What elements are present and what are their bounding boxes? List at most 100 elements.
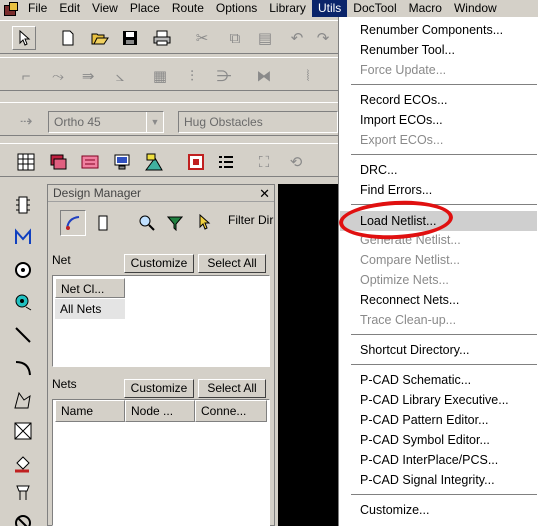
attribute-icon[interactable] bbox=[5, 478, 41, 508]
filter-icon[interactable] bbox=[162, 210, 188, 236]
close-icon[interactable]: ✕ bbox=[259, 185, 270, 202]
obstacle-mode-select[interactable]: Hug Obstacles bbox=[178, 111, 338, 133]
column-header-node[interactable]: Node ... bbox=[125, 400, 195, 422]
via-icon[interactable] bbox=[5, 287, 41, 317]
menu-item-customize[interactable]: Customize... bbox=[360, 500, 429, 520]
open-folder-icon[interactable] bbox=[88, 26, 112, 50]
column-header-connections[interactable]: Conne... bbox=[195, 400, 267, 422]
layers-icon[interactable] bbox=[46, 150, 70, 174]
nets-customize-button[interactable]: Customize bbox=[124, 379, 194, 398]
list-item[interactable]: All Nets bbox=[55, 299, 125, 319]
menu-item-trace-cleanup[interactable]: Trace Clean-up... bbox=[360, 310, 456, 330]
menu-item-find-errors[interactable]: Find Errors... bbox=[360, 180, 432, 200]
no-entry-icon[interactable] bbox=[5, 508, 41, 526]
route-push-icon[interactable]: ⋺ bbox=[212, 64, 236, 88]
net-classes-list[interactable]: Net Cl... All Nets bbox=[52, 275, 270, 367]
menu-item-renumber-tool[interactable]: Renumber Tool... bbox=[360, 40, 455, 60]
menu-item-shortcut-directory[interactable]: Shortcut Directory... bbox=[360, 340, 470, 360]
menu-edit[interactable]: Edit bbox=[53, 0, 86, 17]
keepout-icon[interactable] bbox=[5, 416, 41, 446]
route-via-icon[interactable]: ⧓ bbox=[252, 64, 276, 88]
menu-item-compare-netlist[interactable]: Compare Netlist... bbox=[360, 250, 460, 270]
menu-item-pcad-schematic[interactable]: P-CAD Schematic... bbox=[360, 370, 471, 390]
chevron-down-icon[interactable]: ▼ bbox=[146, 112, 163, 132]
net-customize-button[interactable]: Customize bbox=[124, 254, 194, 273]
copy-icon[interactable]: ⧉ bbox=[223, 26, 247, 50]
route-miter-icon[interactable]: ⦣ bbox=[108, 64, 132, 88]
cut-icon[interactable]: ✂ bbox=[190, 26, 214, 50]
menu-item-optimize-nets[interactable]: Optimize Nets... bbox=[360, 270, 449, 290]
menubar: File Edit View Place Route Options Libra… bbox=[0, 0, 538, 17]
route-bus-icon[interactable]: ▦ bbox=[148, 64, 172, 88]
route-interactive-icon[interactable]: ⤳ bbox=[46, 64, 70, 88]
zoom-window-icon[interactable]: ⛶ bbox=[252, 150, 276, 174]
menu-file[interactable]: File bbox=[22, 0, 53, 17]
nets-select-all-button[interactable]: Select All bbox=[198, 379, 266, 398]
select-arrow-icon[interactable] bbox=[12, 26, 36, 50]
net-class-header[interactable]: Net Cl... bbox=[55, 278, 125, 298]
route-options-icon[interactable]: ⇢ bbox=[14, 109, 38, 133]
nets-tab-icon[interactable] bbox=[60, 210, 86, 236]
route-line-icon[interactable] bbox=[5, 222, 41, 252]
highlight-icon[interactable] bbox=[142, 150, 166, 174]
components-tab-icon[interactable] bbox=[90, 210, 116, 236]
menu-utils[interactable]: Utils bbox=[311, 0, 348, 17]
select-filter-icon[interactable] bbox=[192, 210, 218, 236]
menu-item-pcad-pattern-editor[interactable]: P-CAD Pattern Editor... bbox=[360, 410, 489, 430]
menu-library[interactable]: Library bbox=[263, 0, 312, 17]
line-icon[interactable] bbox=[5, 320, 41, 350]
design-manager-toolbar: Filter Dir bbox=[48, 202, 274, 240]
menu-item-drc[interactable]: DRC... bbox=[360, 160, 398, 180]
menu-item-renumber-components[interactable]: Renumber Components... bbox=[360, 20, 503, 40]
menu-doctool[interactable]: DocTool bbox=[347, 0, 402, 17]
select-area-icon[interactable] bbox=[184, 150, 208, 174]
menu-item-import-ecos[interactable]: Import ECOs... bbox=[360, 110, 443, 130]
route-manual-icon[interactable]: ⌐ bbox=[14, 64, 38, 88]
obstacle-mode-value: Hug Obstacles bbox=[184, 115, 263, 129]
route-tune-icon[interactable]: ⦚ bbox=[296, 64, 320, 88]
menu-item-pcad-library-executive[interactable]: P-CAD Library Executive... bbox=[360, 390, 509, 410]
display-icon[interactable] bbox=[110, 150, 134, 174]
redo-icon[interactable]: ↷ bbox=[311, 26, 335, 50]
column-header-name[interactable]: Name bbox=[55, 400, 125, 422]
app-icon[interactable] bbox=[2, 1, 18, 17]
redraw-icon[interactable]: ⟲ bbox=[284, 150, 308, 174]
undo-icon[interactable]: ↶ bbox=[285, 26, 309, 50]
design-rules-icon[interactable] bbox=[78, 150, 102, 174]
menu-separator bbox=[351, 334, 537, 335]
print-icon[interactable] bbox=[150, 26, 174, 50]
paste-icon[interactable]: ▤ bbox=[253, 26, 277, 50]
list-icon[interactable] bbox=[214, 150, 238, 174]
menu-separator bbox=[351, 494, 537, 495]
menu-window[interactable]: Window bbox=[448, 0, 503, 17]
menu-macro[interactable]: Macro bbox=[403, 0, 448, 17]
save-disk-icon[interactable] bbox=[118, 26, 142, 50]
arc-icon[interactable] bbox=[5, 353, 41, 383]
copper-pour-icon[interactable] bbox=[5, 448, 41, 478]
design-manager-titlebar[interactable]: Design Manager ✕ bbox=[48, 185, 274, 202]
net-select-all-button[interactable]: Select All bbox=[198, 254, 266, 273]
grid-table-icon[interactable] bbox=[14, 150, 38, 174]
menu-item-pcad-interplace[interactable]: P-CAD InterPlace/PCS... bbox=[360, 450, 498, 470]
menu-place[interactable]: Place bbox=[124, 0, 166, 17]
route-mode-select[interactable]: Ortho 45 ▼ bbox=[48, 111, 164, 133]
menu-item-export-ecos[interactable]: Export ECOs... bbox=[360, 130, 443, 150]
menu-item-pcad-signal-integrity[interactable]: P-CAD Signal Integrity... bbox=[360, 470, 495, 490]
menu-item-force-update[interactable]: Force Update... bbox=[360, 60, 446, 80]
menu-item-pcad-symbol-editor[interactable]: P-CAD Symbol Editor... bbox=[360, 430, 490, 450]
menu-route[interactable]: Route bbox=[166, 0, 210, 17]
zoom-icon[interactable] bbox=[134, 210, 160, 236]
filter-direction-label: Filter Dir bbox=[228, 213, 274, 227]
menu-view[interactable]: View bbox=[86, 0, 124, 17]
new-document-icon[interactable] bbox=[56, 26, 80, 50]
route-multi-icon[interactable]: ⇛ bbox=[76, 64, 100, 88]
pad-icon[interactable] bbox=[5, 255, 41, 285]
pcb-canvas[interactable] bbox=[278, 184, 338, 526]
polygon-icon[interactable] bbox=[5, 385, 41, 415]
menu-options[interactable]: Options bbox=[210, 0, 263, 17]
nets-list[interactable]: Name Node ... Conne... bbox=[52, 399, 270, 526]
menu-item-record-ecos[interactable]: Record ECOs... bbox=[360, 90, 448, 110]
menu-item-reconnect-nets[interactable]: Reconnect Nets... bbox=[360, 290, 459, 310]
route-fanout-icon[interactable]: ⫶ bbox=[180, 64, 204, 88]
component-icon[interactable] bbox=[5, 190, 41, 220]
